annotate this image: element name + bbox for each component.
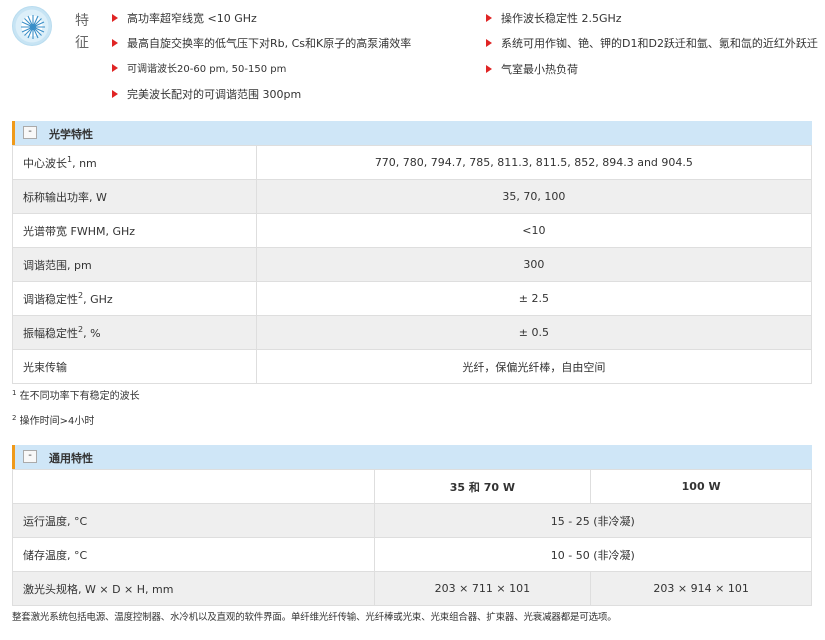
- row-value: 35, 70, 100: [255, 179, 813, 214]
- table-row: 储存温度, °C 10 - 50 (非冷凝): [12, 537, 813, 572]
- collapse-toggle-button[interactable]: -: [23, 450, 37, 463]
- feature-item: 气室最小热负荷: [486, 63, 578, 77]
- feature-item: 操作波长稳定性 2.5GHz: [486, 12, 622, 26]
- system-note: 整套激光系统包括电源、温度控制器、水冷机以及直观的软件界面。单纤维光纤传输、光纤…: [12, 612, 617, 623]
- header-cell: 100 W: [590, 469, 812, 504]
- feature-item: 最高自旋交换率的低气压下对Rb, Cs和K原子的高泵浦效率: [112, 37, 411, 51]
- section-title: 光学特性: [49, 128, 93, 141]
- feature-item: 系统可用作铷、铯、钾的D1和D2跃迁和氩、氪和氙的近红外跃迁: [486, 37, 825, 51]
- feature-item: 可调谐波长20-60 pm, 50-150 pm: [112, 63, 286, 77]
- collapse-toggle-button[interactable]: -: [23, 126, 37, 139]
- row-value: <10: [255, 213, 813, 248]
- row-label: 调谐稳定性2, GHz: [12, 281, 257, 316]
- row-label: 标称输出功率, W: [12, 179, 257, 214]
- row-value: ± 2.5: [255, 281, 813, 316]
- table-row: 振幅稳定性2, % ± 0.5: [12, 315, 813, 350]
- row-label: 光束传输: [12, 349, 257, 384]
- row-label: 运行温度, °C: [12, 503, 375, 538]
- row-value: ± 0.5: [255, 315, 813, 350]
- row-label: 振幅稳定性2, %: [12, 315, 257, 350]
- feature-item: 完美波长配对的可调谐范围 300pm: [112, 88, 301, 102]
- general-section-header[interactable]: - 通用特性: [12, 445, 812, 469]
- feature-item: 高功率超窄线宽 <10 GHz: [112, 12, 257, 26]
- row-value: 203 × 711 × 101: [373, 571, 592, 606]
- features-title: 特征: [75, 13, 89, 51]
- row-value: 300: [255, 247, 813, 282]
- optical-section-header[interactable]: - 光学特性: [12, 121, 812, 145]
- table-row: 激光头规格, W × D × H, mm 203 × 711 × 101 203…: [12, 571, 812, 606]
- footnote: 2 操作时间>4小时: [12, 414, 95, 428]
- row-label: 储存温度, °C: [12, 537, 375, 572]
- table-row: 调谐稳定性2, GHz ± 2.5: [12, 281, 813, 316]
- row-value: 15 - 25 (非冷凝): [373, 503, 813, 538]
- row-value: 10 - 50 (非冷凝): [373, 537, 813, 572]
- bullet-triangle-icon: [486, 14, 492, 22]
- table-row: 光谱带宽 FWHM, GHz <10: [12, 213, 813, 248]
- row-value: 光纤，保偏光纤棒，自由空间: [255, 349, 813, 384]
- table-row: 光束传输 光纤，保偏光纤棒，自由空间: [12, 349, 813, 384]
- general-spec-table: 35 和 70 W 100 W 运行温度, °C 15 - 25 (非冷凝) 储…: [12, 469, 813, 606]
- footnote: 1 在不同功率下有稳定的波长: [12, 389, 140, 403]
- row-label: 光谱带宽 FWHM, GHz: [12, 213, 257, 248]
- laser-logo-icon: [12, 6, 52, 46]
- bullet-triangle-icon: [112, 39, 118, 47]
- row-value: 203 × 914 × 101: [590, 571, 812, 606]
- bullet-triangle-icon: [486, 65, 492, 73]
- table-row: 调谐范围, pm 300: [12, 247, 813, 282]
- table-row: 中心波长1, nm 770, 780, 794.7, 785, 811.3, 8…: [12, 145, 813, 180]
- table-row: 标称输出功率, W 35, 70, 100: [12, 179, 813, 214]
- table-row: 运行温度, °C 15 - 25 (非冷凝): [12, 503, 813, 538]
- header-cell: [12, 469, 375, 504]
- bullet-triangle-icon: [112, 64, 118, 72]
- row-value: 770, 780, 794.7, 785, 811.3, 811.5, 852,…: [255, 145, 813, 180]
- starburst-icon: [21, 15, 45, 39]
- optical-spec-table: 中心波长1, nm 770, 780, 794.7, 785, 811.3, 8…: [12, 145, 813, 384]
- header-cell: 35 和 70 W: [373, 469, 592, 504]
- bullet-triangle-icon: [112, 14, 118, 22]
- bullet-triangle-icon: [486, 39, 492, 47]
- features-section: 特征 高功率超窄线宽 <10 GHz 最高自旋交换率的低气压下对Rb, Cs和K…: [0, 0, 825, 112]
- row-label: 激光头规格, W × D × H, mm: [12, 571, 375, 606]
- row-label: 调谐范围, pm: [12, 247, 257, 282]
- table-header-row: 35 和 70 W 100 W: [12, 469, 812, 504]
- bullet-triangle-icon: [112, 90, 118, 98]
- row-label: 中心波长1, nm: [12, 145, 257, 180]
- section-title: 通用特性: [49, 452, 93, 465]
